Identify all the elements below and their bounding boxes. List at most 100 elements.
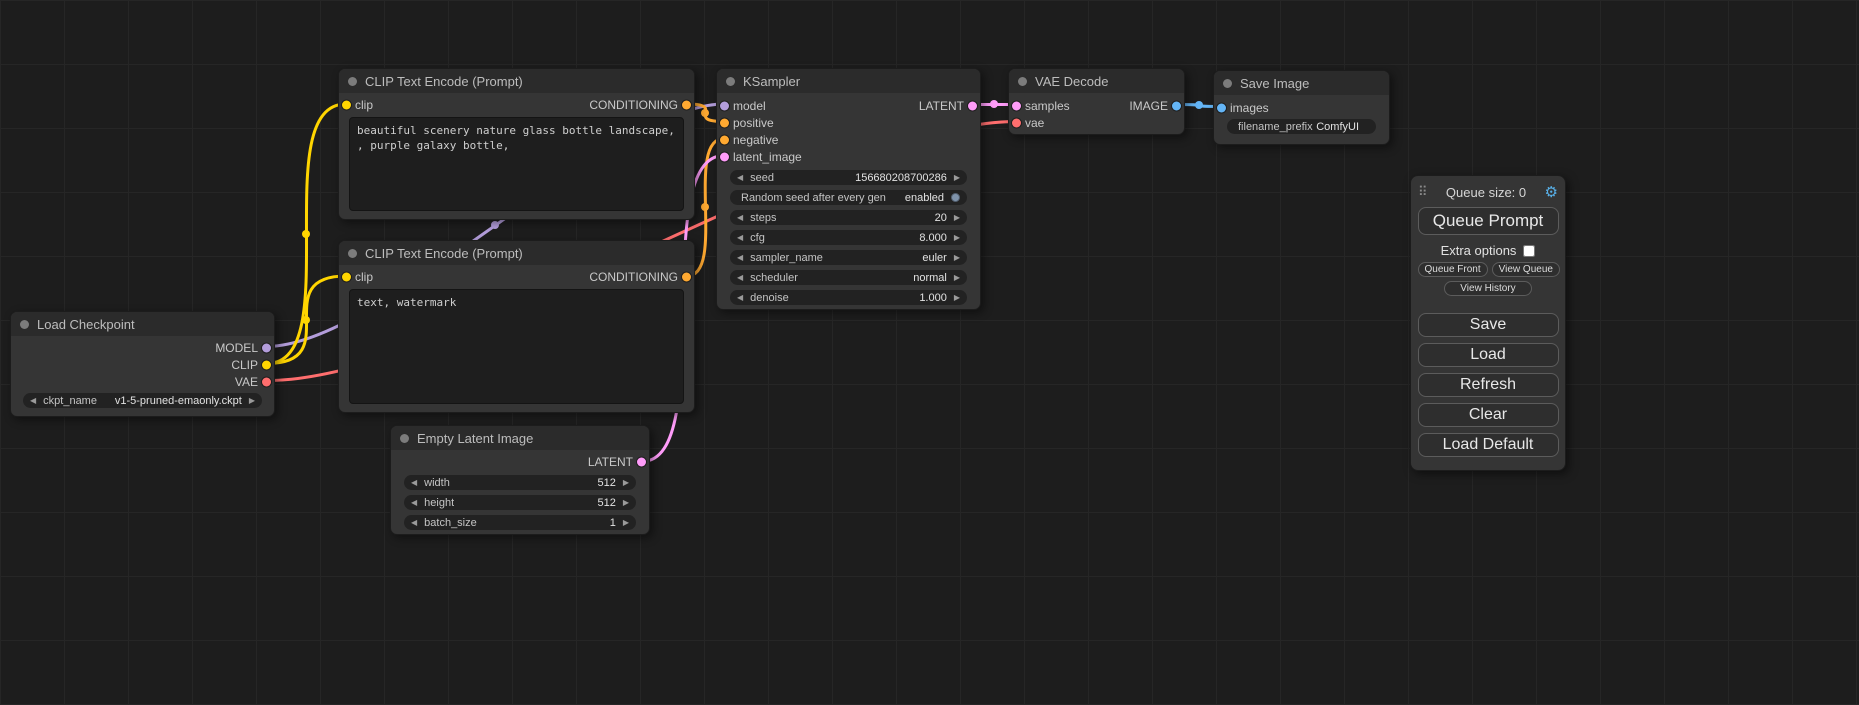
output-slot-model[interactable] [262,343,271,352]
input-slot-samples[interactable] [1012,101,1021,110]
node-vae-decode[interactable]: VAE Decode samples IMAGE vae [1008,68,1185,135]
widget-seed[interactable]: ◀ seed 156680208700286 ▶ [730,170,967,185]
increment-icon[interactable]: ▶ [954,274,960,282]
decrement-icon[interactable]: ◀ [737,254,743,262]
output-slot-conditioning[interactable] [682,101,691,110]
increment-icon[interactable]: ▶ [954,174,960,182]
slot-row: latent_image [717,148,980,165]
node-title-bar[interactable]: Load Checkpoint [11,312,274,336]
input-slot-images[interactable] [1217,103,1226,112]
extra-options-checkbox[interactable] [1523,245,1535,257]
node-title: CLIP Text Encode (Prompt) [365,74,523,89]
node-clip-text-encode-negative[interactable]: CLIP Text Encode (Prompt) clip CONDITION… [338,240,695,413]
node-title-bar[interactable]: VAE Decode [1009,69,1184,93]
collapse-dot-icon[interactable] [348,77,357,86]
decrement-icon[interactable]: ◀ [737,234,743,242]
increment-icon[interactable]: ▶ [954,254,960,262]
slot-row: clip CONDITIONING [339,268,694,286]
node-load-checkpoint[interactable]: Load Checkpoint MODEL CLIP VAE ◀ ckpt_na… [10,311,275,417]
slot-row: positive [717,114,980,131]
widget-height[interactable]: ◀ height 512 ▶ [404,495,636,510]
increment-icon[interactable]: ▶ [623,519,629,527]
output-slot-latent[interactable] [637,457,646,466]
view-history-button[interactable]: View History [1444,281,1532,296]
slot-row: negative [717,131,980,148]
output-label: LATENT [588,455,633,469]
widget-ckpt-name[interactable]: ◀ ckpt_name v1-5-pruned-emaonly.ckpt ▶ [23,393,262,408]
output-label: CONDITIONING [589,270,678,284]
output-slot-image[interactable] [1172,101,1181,110]
extra-options-label: Extra options [1441,243,1517,258]
toggle-indicator-icon[interactable] [951,193,960,202]
node-save-image[interactable]: Save Image images filename_prefix ComfyU… [1213,70,1390,145]
increment-icon[interactable]: ▶ [623,479,629,487]
input-label: latent_image [733,150,802,164]
widget-cfg[interactable]: ◀ cfg 8.000 ▶ [730,230,967,245]
widget-width[interactable]: ◀ width 512 ▶ [404,475,636,490]
clear-button[interactable]: Clear [1418,403,1559,427]
increment-icon[interactable]: ▶ [954,294,960,302]
refresh-button[interactable]: Refresh [1418,373,1559,397]
collapse-dot-icon[interactable] [1223,79,1232,88]
collapse-dot-icon[interactable] [20,320,29,329]
slot-row: LATENT [391,453,649,470]
collapse-dot-icon[interactable] [1018,77,1027,86]
node-title-bar[interactable]: KSampler [717,69,980,93]
load-default-button[interactable]: Load Default [1418,433,1559,457]
widget-filename-prefix[interactable]: filename_prefix ComfyUI [1227,119,1376,134]
node-title-bar[interactable]: Empty Latent Image [391,426,649,450]
node-empty-latent-image[interactable]: Empty Latent Image LATENT ◀ width 512 ▶ … [390,425,650,535]
node-title-bar[interactable]: Save Image [1214,71,1389,95]
view-queue-button[interactable]: View Queue [1492,262,1560,277]
increment-icon[interactable]: ▶ [954,214,960,222]
node-title-bar[interactable]: CLIP Text Encode (Prompt) [339,241,694,265]
prompt-textarea[interactable]: text, watermark [349,289,684,404]
node-clip-text-encode-positive[interactable]: CLIP Text Encode (Prompt) clip CONDITION… [338,68,695,220]
settings-gear-icon[interactable]: ⚙ [1545,183,1558,201]
widget-name: ckpt_name [43,395,97,407]
node-title-bar[interactable]: CLIP Text Encode (Prompt) [339,69,694,93]
decrement-icon[interactable]: ◀ [411,499,417,507]
decrement-icon[interactable]: ◀ [411,479,417,487]
input-slot-clip[interactable] [342,101,351,110]
widget-sampler-name[interactable]: ◀ sampler_name euler ▶ [730,250,967,265]
queue-front-button[interactable]: Queue Front [1418,262,1488,277]
collapse-dot-icon[interactable] [400,434,409,443]
widget-random-seed-toggle[interactable]: Random seed after every gen enabled [730,190,967,205]
queue-prompt-button[interactable]: Queue Prompt [1418,207,1559,235]
input-slot-vae[interactable] [1012,118,1021,127]
collapse-dot-icon[interactable] [726,77,735,86]
input-slot-negative[interactable] [720,135,729,144]
prompt-textarea[interactable]: beautiful scenery nature glass bottle la… [349,117,684,211]
node-canvas[interactable]: { "icons": { "arrow_left": "◀", "arrow_r… [0,0,1859,705]
increment-icon[interactable]: ▶ [954,234,960,242]
widget-denoise[interactable]: ◀ denoise 1.000 ▶ [730,290,967,305]
increment-icon[interactable]: ▶ [249,397,255,405]
widget-scheduler[interactable]: ◀ scheduler normal ▶ [730,270,967,285]
drag-handle-icon[interactable]: ⠿ [1418,184,1428,200]
input-slot-clip[interactable] [342,273,351,282]
decrement-icon[interactable]: ◀ [737,294,743,302]
input-slot-positive[interactable] [720,118,729,127]
load-button[interactable]: Load [1418,343,1559,367]
input-slot-model[interactable] [720,101,729,110]
decrement-icon[interactable]: ◀ [30,397,36,405]
decrement-icon[interactable]: ◀ [737,214,743,222]
node-ksampler[interactable]: KSampler model LATENT positive negative … [716,68,981,310]
widget-batch-size[interactable]: ◀ batch_size 1 ▶ [404,515,636,530]
output-label: MODEL [215,341,258,355]
input-slot-latent-image[interactable] [720,152,729,161]
output-slot-vae[interactable] [262,377,271,386]
output-slot-conditioning[interactable] [682,273,691,282]
widget-steps[interactable]: ◀ steps 20 ▶ [730,210,967,225]
output-slot-clip[interactable] [262,360,271,369]
save-button[interactable]: Save [1418,313,1559,337]
decrement-icon[interactable]: ◀ [737,274,743,282]
collapse-dot-icon[interactable] [348,249,357,258]
decrement-icon[interactable]: ◀ [737,174,743,182]
slot-row: VAE [11,373,274,390]
decrement-icon[interactable]: ◀ [411,519,417,527]
slot-row: MODEL [11,339,274,356]
output-slot-latent[interactable] [968,101,977,110]
increment-icon[interactable]: ▶ [623,499,629,507]
